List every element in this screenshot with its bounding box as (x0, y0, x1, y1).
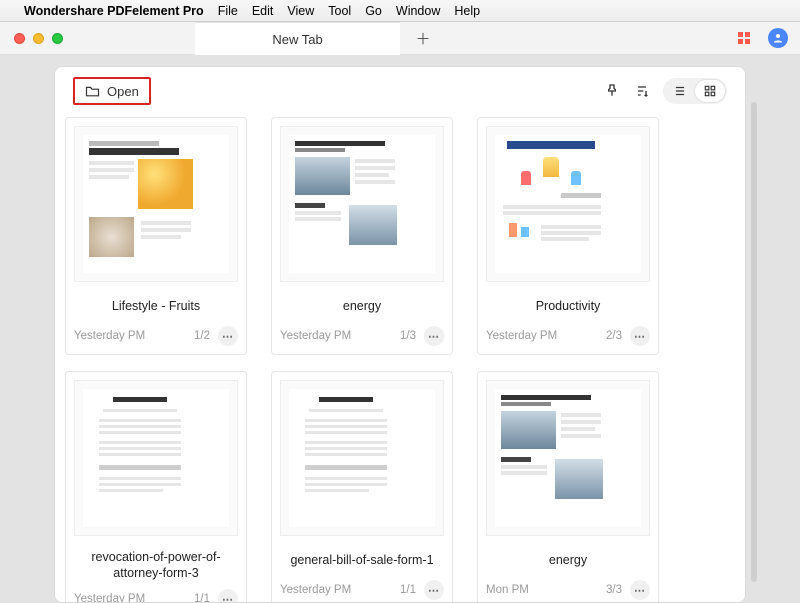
document-title: energy (478, 544, 658, 574)
titlebar: New Tab ＋ (0, 22, 800, 55)
document-more-button[interactable]: ⋯ (218, 589, 238, 602)
pin-icon[interactable] (603, 82, 621, 100)
document-pages: 3/3 (606, 584, 622, 596)
document-title: Productivity (478, 290, 658, 320)
folder-icon (85, 85, 100, 97)
recent-panel: Open (55, 67, 745, 602)
document-thumbnail (74, 380, 238, 536)
document-pages: 2/3 (606, 330, 622, 342)
document-title: general-bill-of-sale-form-1 (272, 544, 452, 574)
view-switch (663, 78, 727, 104)
document-time: Yesterday PM (74, 593, 145, 602)
menu-tool[interactable]: Tool (328, 4, 351, 18)
document-thumbnail (280, 126, 444, 282)
workspace: Open (0, 55, 800, 603)
document-meta: Yesterday PM 1/3 ⋯ (272, 320, 452, 354)
document-title: energy (272, 290, 452, 320)
document-time: Mon PM (486, 584, 529, 596)
tab-label: New Tab (272, 32, 322, 47)
close-window-button[interactable] (14, 33, 25, 44)
document-thumbnail (74, 126, 238, 282)
menu-view[interactable]: View (287, 4, 314, 18)
document-more-button[interactable]: ⋯ (218, 326, 238, 346)
app-name[interactable]: Wondershare PDFelement Pro (24, 4, 204, 18)
menu-file[interactable]: File (218, 4, 238, 18)
header-tools (603, 78, 727, 104)
tab-new[interactable]: New Tab (195, 22, 400, 55)
scrollbar[interactable] (751, 102, 757, 582)
document-time: Yesterday PM (280, 330, 351, 342)
document-time: Yesterday PM (486, 330, 557, 342)
menu-help[interactable]: Help (454, 4, 480, 18)
document-pages: 1/3 (400, 330, 416, 342)
document-title: Lifestyle - Fruits (66, 290, 246, 320)
document-pages: 1/1 (194, 593, 210, 602)
mac-menubar: Wondershare PDFelement Pro File Edit Vie… (0, 0, 800, 22)
document-meta: Yesterday PM 1/2 ⋯ (66, 320, 246, 354)
menu-window[interactable]: Window (396, 4, 440, 18)
document-card[interactable]: Lifestyle - Fruits Yesterday PM 1/2 ⋯ (65, 117, 247, 355)
document-card[interactable]: Productivity Yesterday PM 2/3 ⋯ (477, 117, 659, 355)
document-meta: Yesterday PM 2/3 ⋯ (478, 320, 658, 354)
document-pages: 1/2 (194, 330, 210, 342)
document-more-button[interactable]: ⋯ (424, 580, 444, 600)
plus-icon: ＋ (415, 28, 430, 49)
sort-icon[interactable] (633, 82, 651, 100)
document-meta: Mon PM 3/3 ⋯ (478, 574, 658, 602)
account-avatar[interactable] (768, 28, 788, 48)
document-thumbnail (280, 380, 444, 536)
window-controls (0, 33, 63, 44)
document-thumbnail (486, 380, 650, 536)
document-card[interactable]: energy Mon PM 3/3 ⋯ (477, 371, 659, 602)
document-thumbnail (486, 126, 650, 282)
list-view-button[interactable] (665, 80, 695, 102)
minimize-window-button[interactable] (33, 33, 44, 44)
open-button[interactable]: Open (73, 77, 151, 105)
panel-header: Open (55, 67, 745, 115)
apps-grid-icon[interactable] (738, 32, 750, 44)
new-tab-button[interactable]: ＋ (415, 30, 431, 46)
grid-view-button[interactable] (695, 80, 725, 102)
open-button-label: Open (107, 84, 139, 99)
fullscreen-window-button[interactable] (52, 33, 63, 44)
document-pages: 1/1 (400, 584, 416, 596)
document-card[interactable]: energy Yesterday PM 1/3 ⋯ (271, 117, 453, 355)
document-grid: Lifestyle - Fruits Yesterday PM 1/2 ⋯ energ… (55, 115, 745, 602)
document-meta: Yesterday PM 1/1 ⋯ (272, 574, 452, 602)
document-time: Yesterday PM (280, 584, 351, 596)
document-meta: Yesterday PM 1/1 ⋯ (66, 583, 246, 602)
document-more-button[interactable]: ⋯ (630, 326, 650, 346)
document-more-button[interactable]: ⋯ (630, 580, 650, 600)
document-title: revocation-of-power-of-attorney-form-3 (66, 544, 246, 583)
document-card[interactable]: revocation-of-power-of-attorney-form-3Ye… (65, 371, 247, 602)
menu-edit[interactable]: Edit (252, 4, 274, 18)
document-card[interactable]: general-bill-of-sale-form-1 Yesterday PM 1… (271, 371, 453, 602)
menu-go[interactable]: Go (365, 4, 382, 18)
document-more-button[interactable]: ⋯ (424, 326, 444, 346)
document-time: Yesterday PM (74, 330, 145, 342)
